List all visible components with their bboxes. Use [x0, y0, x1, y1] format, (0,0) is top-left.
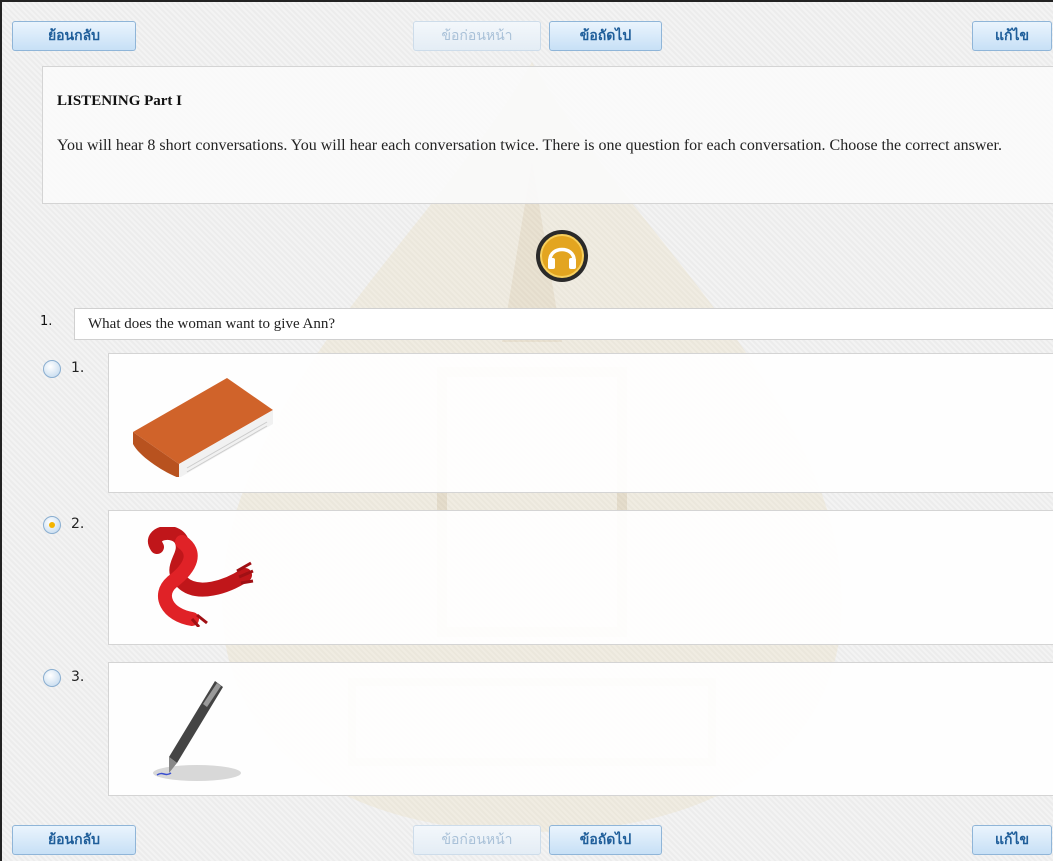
option-3-radio[interactable] — [43, 669, 61, 687]
back-button-bottom[interactable]: ย้อนกลับ — [12, 825, 136, 855]
next-button-top[interactable]: ข้อถัดไป — [549, 21, 662, 51]
prev-button-top: ข้อก่อนหน้า — [413, 21, 541, 51]
question-number: 1. — [40, 314, 53, 329]
option-1-radio[interactable] — [43, 360, 61, 378]
prev-button-bottom: ข้อก่อนหน้า — [413, 825, 541, 855]
option-3-label: 3. — [71, 669, 85, 685]
book-icon — [133, 378, 273, 477]
pen-icon — [153, 681, 241, 781]
headphones-icon[interactable] — [535, 229, 589, 283]
instructions-panel: LISTENING Part I You will hear 8 short c… — [42, 66, 1053, 204]
question-text: What does the woman want to give Ann? — [74, 308, 1053, 340]
instructions-title: LISTENING Part I — [57, 93, 183, 109]
option-1-label: 1. — [71, 360, 85, 376]
option-2-box[interactable] — [108, 510, 1053, 645]
back-button-top[interactable]: ย้อนกลับ — [12, 21, 136, 51]
option-2-radio[interactable] — [43, 516, 61, 534]
option-1-box[interactable] — [108, 353, 1053, 493]
option-3-box[interactable] — [108, 662, 1053, 796]
scarf-icon — [148, 527, 254, 627]
instructions-text: You will hear 8 short conversations. You… — [57, 137, 1002, 154]
option-2-label: 2. — [71, 516, 85, 532]
edit-button-bottom[interactable]: แก้ไข — [972, 825, 1052, 855]
next-button-bottom[interactable]: ข้อถัดไป — [549, 825, 662, 855]
quiz-window: ย้อนกลับ ข้อก่อนหน้า ข้อถัดไป แก้ไข LIST… — [0, 0, 1053, 861]
edit-button-top[interactable]: แก้ไข — [972, 21, 1052, 51]
